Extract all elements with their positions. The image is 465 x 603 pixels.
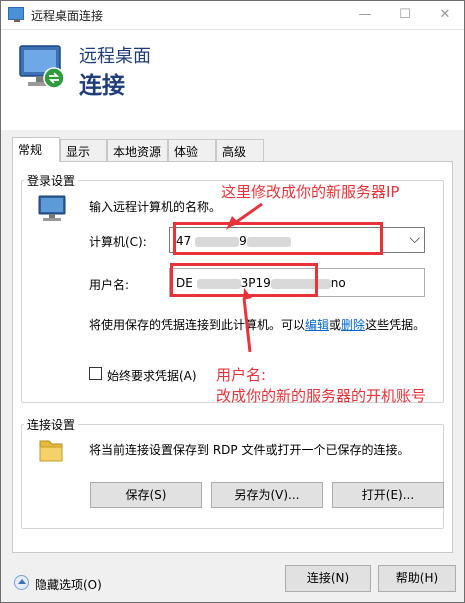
username-label: 用户名: <box>89 278 130 292</box>
tab-general[interactable]: 常规 <box>12 137 60 162</box>
save-as-button[interactable]: 另存为(V)... <box>211 482 323 508</box>
server-ip-note: 这里修改成你的新服务器IP <box>221 183 400 201</box>
help-button[interactable]: 帮助(H) <box>378 565 456 592</box>
computer-icon <box>38 195 66 221</box>
close-button[interactable]: ✕ <box>425 0 465 30</box>
window-title: 远程桌面连接 <box>31 9 104 23</box>
delete-credentials-link[interactable]: 删除 <box>341 318 365 332</box>
edit-credentials-link[interactable]: 编辑 <box>305 318 329 332</box>
tab-experience[interactable]: 体验 <box>168 139 216 161</box>
always-ask-label[interactable]: 始终要求凭据(A) <box>107 367 197 384</box>
collapse-options-icon[interactable] <box>14 575 29 590</box>
open-button[interactable]: 打开(E)... <box>332 482 444 508</box>
tab-local-resources[interactable]: 本地资源 <box>107 139 168 161</box>
instruction-text: 输入远程计算机的名称。 <box>89 200 222 214</box>
header-title-line2: 连接 <box>79 73 125 99</box>
connect-button[interactable]: 连接(N) <box>285 565 371 592</box>
chevron-down-icon[interactable]: ⌵ <box>409 231 420 247</box>
folder-icon <box>39 440 63 462</box>
title-bar: 远程桌面连接 — ☐ ✕ <box>0 0 465 30</box>
login-settings-title: 登录设置 <box>24 172 79 189</box>
username-note-line2: 改成你的新的服务器的开机账号 <box>216 387 427 405</box>
header-title-line1: 远程桌面 <box>79 46 151 67</box>
minimize-button[interactable]: — <box>345 0 385 30</box>
tab-display[interactable]: 显示 <box>60 139 107 161</box>
remote-desktop-monitor-icon <box>19 45 65 89</box>
connection-description: 将当前连接设置保存到 RDP 文件或打开一个已保存的连接。 <box>89 443 410 457</box>
server-ip-highlight-box <box>173 222 383 255</box>
header-banner: 远程桌面 连接 <box>0 30 465 130</box>
computer-label: 计算机(C): <box>89 235 147 249</box>
credentials-text: 将使用保存的凭据连接到此计算机。可以编辑或删除这些凭据。 <box>89 318 426 332</box>
always-ask-checkbox[interactable] <box>89 367 102 380</box>
save-button[interactable]: 保存(S) <box>90 482 202 508</box>
maximize-button[interactable]: ☐ <box>385 0 425 30</box>
connection-settings-group <box>21 424 444 529</box>
tab-advanced[interactable]: 高级 <box>216 139 264 161</box>
username-note-line1: 用户名: <box>216 366 267 384</box>
connection-settings-title: 连接设置 <box>24 416 79 433</box>
username-highlight-box <box>170 263 318 297</box>
remote-desktop-icon <box>8 7 24 22</box>
hide-options-label[interactable]: 隐藏选项(O) <box>35 576 102 593</box>
